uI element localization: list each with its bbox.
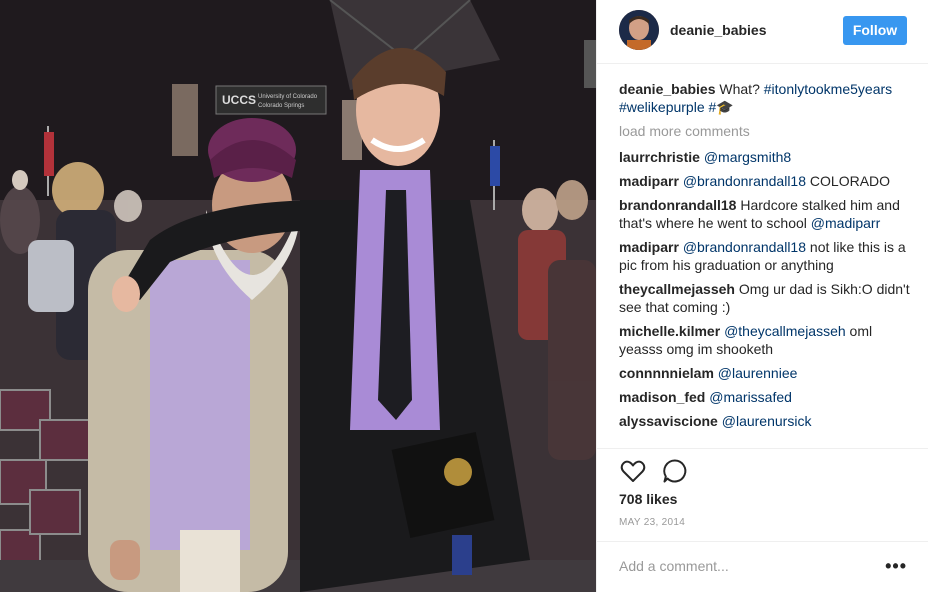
comment-item: laurrchristie @margsmith8 [619,148,915,166]
uccs-logo: UCCS [222,93,256,107]
comment-user[interactable]: madison_fed [619,389,705,405]
comment-icon[interactable] [661,457,689,485]
author-username[interactable]: deanie_babies [670,22,767,38]
comment-item: brandonrandall18 Hardcore stalked him an… [619,196,915,232]
comment-user[interactable]: theycallmejasseh [619,281,735,297]
comment-item: connnnnielam @laurenniee [619,364,915,382]
avatar[interactable] [619,10,659,50]
comment-mention[interactable]: @madiparr [811,215,880,231]
comment-mention[interactable]: @brandonrandall18 [683,173,806,189]
uccs-sign: UCCS University of Colorado Colorado Spr… [215,85,327,115]
post-photo[interactable]: UCCS University of Colorado Colorado Spr… [0,0,596,592]
comment-user[interactable]: madiparr [619,173,679,189]
comment-mention[interactable]: @theycallmejasseh [724,323,846,339]
load-more-comments[interactable]: load more comments [619,122,915,140]
comment-user[interactable]: madiparr [619,239,679,255]
photo-illustration: UCCS University of Colorado Colorado Spr… [0,0,596,592]
add-comment-bar: Add a comment... ••• [597,541,928,592]
caption-author[interactable]: deanie_babies [619,81,716,97]
comment-item: michelle.kilmer @theycallmejasseh oml ye… [619,322,915,358]
add-comment-input[interactable]: Add a comment... [619,558,729,574]
heart-icon[interactable] [619,457,647,485]
post-header: deanie_babies Follow [597,0,928,64]
follow-button[interactable]: Follow [843,16,907,45]
comment-user[interactable]: laurrchristie [619,149,700,165]
comment-item: madison_fed @marissafed [619,388,915,406]
graduation-cap-emoji: 🎓 [716,99,734,115]
avatar-image [619,10,659,50]
post-side-panel: deanie_babies Follow deanie_babies What?… [596,0,928,592]
comments-list[interactable]: deanie_babies What? #itonlytookme5years … [619,80,915,448]
comment-user[interactable]: brandonrandall18 [619,197,736,213]
comment-item: alyssaviscione @laurenursick [619,412,915,430]
comment-item: theycallmejasseh Omg ur dad is Sikh:O di… [619,280,915,316]
comment-item: madiparr @brandonrandall18 COLORADO [619,172,915,190]
action-icons [619,457,699,485]
more-options-icon[interactable]: ••• [885,556,907,577]
comment-mention[interactable]: @laurenursick [722,413,812,429]
comment-item: madiparr @brandonrandall18 not like this… [619,238,915,274]
uccs-line1: University of Colorado [258,94,318,100]
comment-user[interactable]: michelle.kilmer [619,323,720,339]
uccs-line2: Colorado Springs [258,103,304,109]
comment-user[interactable]: alyssaviscione [619,413,718,429]
post-date[interactable]: MAY 23, 2014 [619,517,685,528]
post-actions: 708 likes MAY 23, 2014 Add a comment... … [597,448,928,592]
comment-user[interactable]: connnnnielam [619,365,714,381]
comment-mention[interactable]: @brandonrandall18 [683,239,806,255]
caption-text: What? [719,81,764,97]
likes-count[interactable]: 708 likes [619,491,677,507]
caption: deanie_babies What? #itonlytookme5years … [619,80,915,116]
comment-mention[interactable]: @marissafed [709,389,792,405]
comment-text: COLORADO [806,173,891,189]
comment-mention[interactable]: @laurenniee [718,365,798,381]
comment-mention[interactable]: @margsmith8 [704,149,791,165]
